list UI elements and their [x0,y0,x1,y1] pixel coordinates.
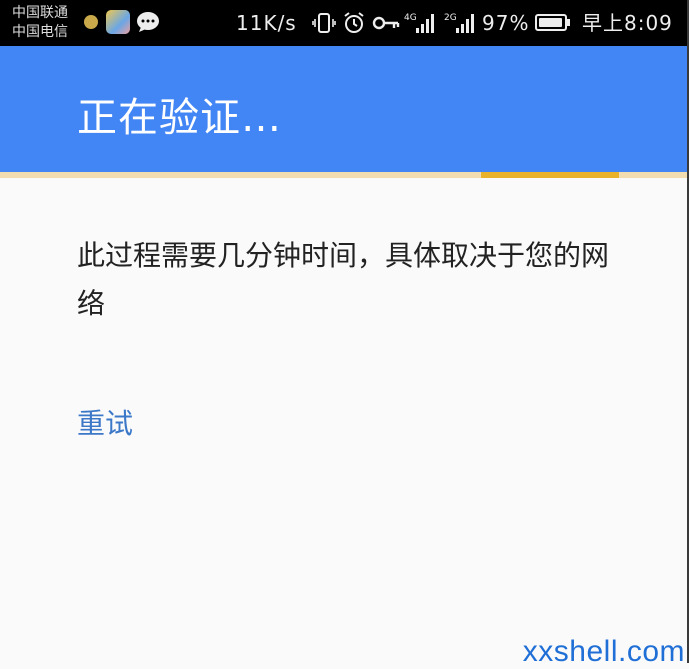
network-speed: 11K/s [236,11,297,35]
clock: 早上8:09 [582,11,673,35]
watermark: xxshell.com [522,635,685,668]
notification-dot-icon [84,15,98,29]
retry-button[interactable]: 重试 [77,402,133,446]
signal-2g-icon: 2G [444,11,478,39]
page-title: 正在验证… [77,95,282,141]
signal-1-label: 4G [404,13,417,23]
status-bar: 中国联通 中国电信 11K/s 4G 2G 97% 早上8:09 [0,0,689,46]
signal-2-label: 2G [444,13,457,23]
carrier-1: 中国联通 [12,5,68,21]
app-bar: 正在验证… [0,46,689,172]
carrier-2: 中国电信 [12,24,68,40]
vibrate-icon [312,11,336,39]
chat-bubble-icon [136,11,160,37]
key-icon [372,11,400,39]
battery-level [539,18,563,27]
battery-percent: 97% [482,11,530,35]
alarm-clock-icon [342,11,366,39]
battery-tip [567,19,570,26]
game-app-notification-icon [106,10,130,34]
signal-4g-icon: 4G [404,11,438,39]
carrier-names: 中国联通 中国电信 [12,4,68,42]
verification-message: 此过程需要几分钟时间，具体取决于您的网络 [77,239,610,320]
battery-icon [535,14,567,31]
indeterminate-progress-bar [481,172,619,178]
